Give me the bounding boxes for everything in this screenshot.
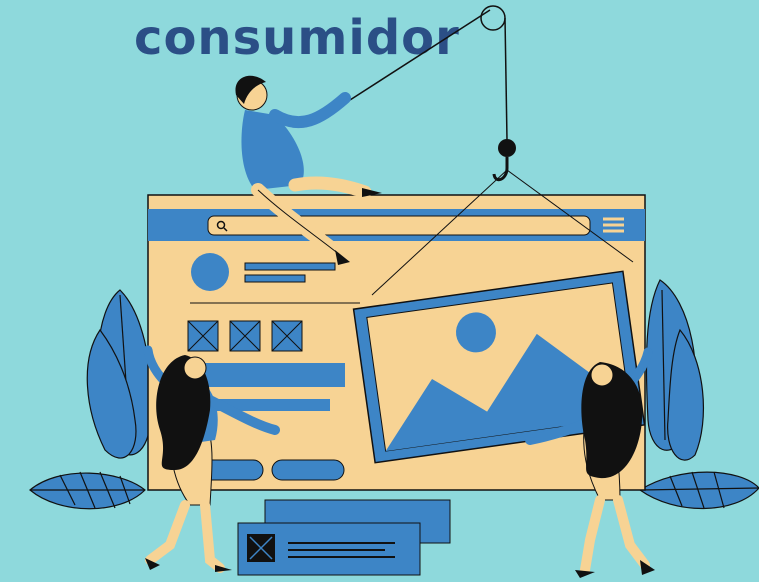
x-box-icon [187,320,219,352]
mock-avatar [191,253,229,291]
illustration [29,5,759,578]
x-box-icon [229,320,261,352]
bottom-cards [237,499,451,576]
right-foliage [638,279,759,510]
mock-search-bar [207,215,591,236]
x-box-icon [271,320,303,352]
left-foliage [29,289,152,510]
x-box-icon [247,534,275,562]
